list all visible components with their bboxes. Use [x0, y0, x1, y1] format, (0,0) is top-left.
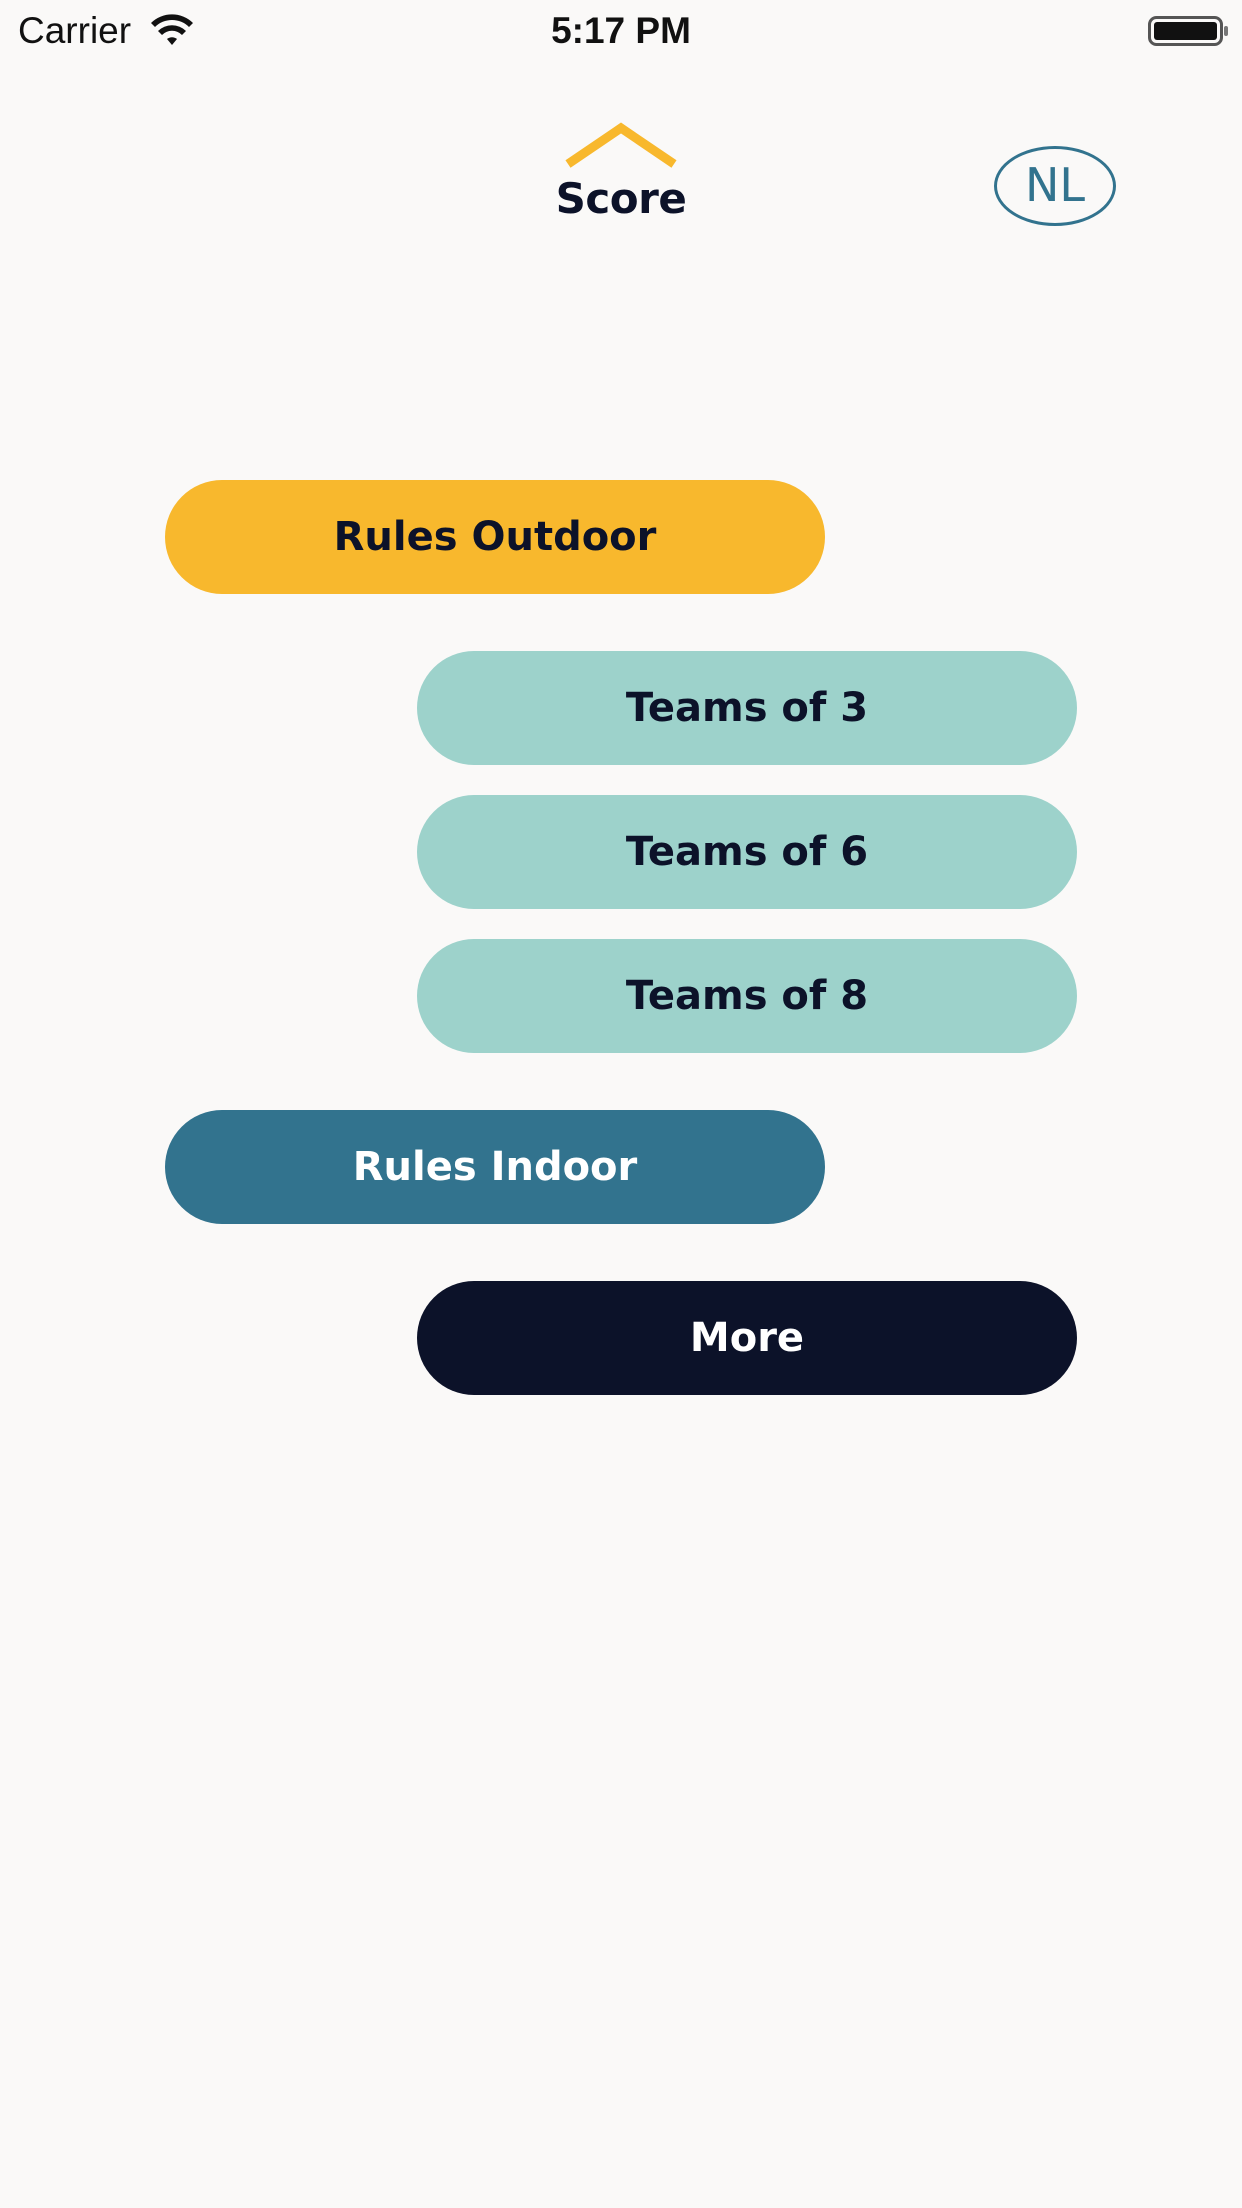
status-time: 5:17 PM — [551, 10, 691, 51]
teams-of-8-button[interactable]: Teams of 8 — [417, 939, 1077, 1053]
teams-of-6-button[interactable]: Teams of 6 — [417, 795, 1077, 909]
rules-indoor-button[interactable]: Rules Indoor — [165, 1110, 825, 1224]
battery-icon — [1148, 16, 1228, 46]
roof-chevron-icon — [565, 122, 677, 168]
more-button[interactable]: More — [417, 1281, 1077, 1395]
language-toggle-button[interactable]: NL — [994, 146, 1116, 226]
status-bar: Carrier 5:17 PM — [0, 0, 1242, 62]
logo-text: Score — [555, 174, 687, 223]
rules-outdoor-button[interactable]: Rules Outdoor — [165, 480, 825, 594]
teams-of-3-button[interactable]: Teams of 3 — [417, 651, 1077, 765]
